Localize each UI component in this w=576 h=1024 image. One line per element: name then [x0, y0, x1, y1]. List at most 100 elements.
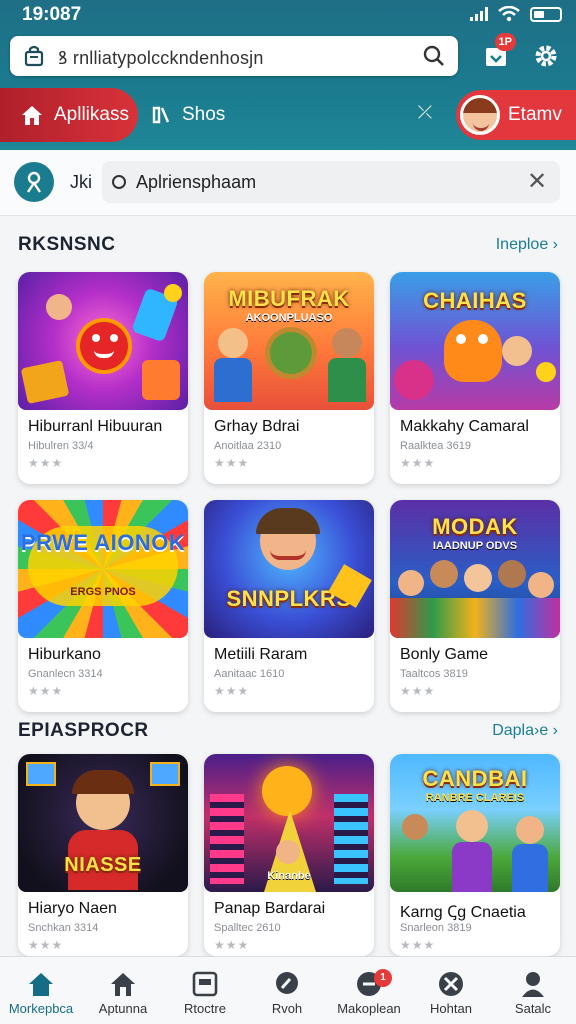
- nav-label: Aptunna: [98, 1001, 148, 1016]
- nav-label: Morkepbca: [8, 1001, 74, 1016]
- section-header-2: EPIASPROCR Dapla›e ›: [18, 718, 558, 748]
- app-card[interactable]: Kinanbe Panap Bardarai Spalltec 2610 ★★★: [204, 754, 374, 956]
- cancel-icon: [439, 972, 463, 996]
- app-thumbnail: MIBUFRAK AKOONPLUASO: [204, 272, 374, 410]
- top-tabs: Apllikass Shos ⤫ Etamv: [0, 88, 576, 142]
- app-card[interactable]: CHAIHAS Makkahy Camaral Raalktea 3619 ★★…: [390, 272, 560, 484]
- search-text: ꝸ rnlliatypolcckndenhosjn: [58, 48, 264, 68]
- app-card[interactable]: CANDBAI RANBRE CLAREIS Karng Ꞔg Cnaetia …: [390, 754, 560, 956]
- app-meta: Hibulren 33/4: [28, 440, 94, 452]
- nav-label: Hohtan: [430, 1001, 472, 1016]
- swap-icon[interactable]: ⤫: [414, 102, 436, 124]
- box-icon: [192, 971, 218, 997]
- nav-badge: 1: [374, 969, 392, 987]
- signal-icon: [470, 7, 488, 21]
- app-thumbnail: CANDBAI RANBRE CLAREIS: [390, 754, 560, 892]
- app-card[interactable]: NIASSE Hiaryo Naen Snchkan 3314 ★★★: [18, 754, 188, 956]
- app-meta: Gnanlecn 3314: [28, 668, 103, 680]
- settings-button[interactable]: [526, 36, 566, 76]
- thumbnail-title: CHAIHAS: [423, 288, 527, 313]
- top-app-bar: 19:087 ꝸ rnlliatypolcckndenhosjn 1P Apll…: [0, 0, 576, 150]
- app-thumbnail: Kinanbe: [204, 754, 374, 892]
- nav-item-messages[interactable]: 1 Makoplean: [328, 963, 410, 1023]
- rating-stars: ★★★: [28, 456, 64, 470]
- see-more-link[interactable]: Ineploe ›: [496, 236, 558, 254]
- app-meta: Taaltcos 3819: [400, 668, 468, 680]
- nav-label: Makoplean: [337, 1001, 401, 1016]
- nav-label: Rvoh: [271, 1001, 303, 1016]
- bottom-nav: Morkepbca Aptunna Rtoctre Rvoh 1 Makople…: [0, 956, 576, 1024]
- wifi-icon: [498, 6, 520, 22]
- radio-icon: [112, 175, 126, 189]
- notifications-button[interactable]: 1P: [476, 33, 516, 76]
- thumbnail-subtitle: RANBRE CLAREIS: [425, 792, 525, 804]
- tab-user-label: Etamv: [508, 104, 562, 125]
- app-name: Hiaryo Naen: [28, 900, 117, 917]
- tab-shop[interactable]: Shos: [150, 88, 225, 142]
- house-icon: [111, 973, 135, 996]
- app-meta: Spalltec 2610: [214, 922, 281, 934]
- app-thumbnail: MODAK IAADNUP ODVS: [390, 500, 560, 638]
- battery-icon: [530, 6, 562, 22]
- app-card[interactable]: PRWE AIONOK ERGS PNOS Hiburkano Gnanlecn…: [18, 500, 188, 712]
- status-icons: [470, 6, 562, 22]
- filter-label: Jki: [70, 172, 92, 192]
- avatar: [460, 95, 500, 135]
- app-thumbnail: CHAIHAS: [390, 272, 560, 410]
- app-name: Hiburranl Hibuuran: [28, 418, 163, 435]
- tab-home-label: Apllikass: [54, 104, 129, 125]
- app-thumbnail: SNNPLKRS: [204, 500, 374, 638]
- nav-item-hotkeys[interactable]: Hohtan: [410, 963, 492, 1023]
- store-icon: [24, 45, 44, 67]
- app-card[interactable]: MODAK IAADNUP ODVS Bonly Game Taaltcos 3…: [390, 500, 560, 712]
- app-card[interactable]: Hiburranl Hibuuran Hibulren 33/4 ★★★: [18, 272, 188, 484]
- app-card[interactable]: MIBUFRAK AKOONPLUASO Grhay Bdrai Anoitla…: [204, 272, 374, 484]
- home-icon: [22, 106, 42, 125]
- nav-item-apps[interactable]: Aptunna: [82, 963, 164, 1023]
- search-icon[interactable]: [422, 44, 446, 68]
- see-more-link[interactable]: Dapla›e ›: [492, 722, 558, 740]
- app-meta: Snarleon 3819: [400, 922, 472, 934]
- filter-chip-text: Aplriensphaam: [136, 172, 257, 192]
- thumbnail-title: MODAK: [432, 514, 518, 539]
- app-meta: Aanitaac 1610: [214, 668, 285, 680]
- nav-item-products[interactable]: Rtoctre: [164, 963, 246, 1023]
- tab-home[interactable]: Apllikass: [0, 88, 138, 142]
- close-icon[interactable]: ✕: [522, 167, 552, 197]
- thumbnail-title: NIASSE: [64, 854, 142, 876]
- home-icon: [29, 973, 53, 996]
- tab-user[interactable]: Etamv: [456, 90, 576, 140]
- filter-chip[interactable]: Aplriensphaam ✕: [102, 161, 560, 203]
- section-header-1: RKSNSNC Ineploe ›: [18, 232, 558, 262]
- app-name: Bonly Game: [400, 646, 489, 663]
- nav-item-profile[interactable]: Satalc: [492, 963, 574, 1023]
- thumbnail-subtitle: IAADNUP ODVS: [432, 540, 518, 552]
- person-pin-icon: [27, 171, 41, 193]
- nav-item-search[interactable]: Rvoh: [246, 963, 328, 1023]
- app-meta: Raalktea 3619: [400, 440, 471, 452]
- thumbnail-title: PRWE AIONOK: [20, 530, 186, 555]
- app-meta: Snchkan 3314: [28, 922, 99, 934]
- app-name: Karng Ꞔg Cnaetia: [400, 904, 526, 921]
- section-title: RKSNSNC: [18, 234, 116, 255]
- app-name: Hiburkano: [28, 646, 101, 663]
- app-meta: Anoitlaa 2310: [214, 440, 282, 452]
- thumbnail-title: MIBUFRAK: [228, 286, 350, 311]
- filter-button[interactable]: [14, 162, 54, 202]
- app-name: Metiili Raram: [214, 646, 308, 663]
- rating-stars: ★★★: [28, 938, 64, 952]
- thumbnail-subtitle: AKOONPLUASO: [245, 312, 333, 324]
- status-time: 19:087: [22, 4, 82, 25]
- search-input[interactable]: ꝸ rnlliatypolcckndenhosjn: [10, 36, 458, 76]
- thumbnail-title: CANDBAI: [422, 766, 528, 791]
- tab-shop-label: Shos: [182, 104, 226, 125]
- search-row: ꝸ rnlliatypolcckndenhosjn 1P: [10, 33, 570, 78]
- app-thumbnail: PRWE AIONOK ERGS PNOS: [18, 500, 188, 638]
- app-name: Makkahy Camaral: [400, 418, 529, 435]
- nav-label: Rtoctre: [184, 1001, 226, 1016]
- nav-item-marketplace[interactable]: Morkepbca: [0, 963, 82, 1023]
- rating-stars: ★★★: [214, 456, 250, 470]
- gear-icon: [535, 45, 557, 67]
- app-thumbnail: NIASSE: [18, 754, 188, 892]
- app-card[interactable]: SNNPLKRS Metiili Raram Aanitaac 1610 ★★★: [204, 500, 374, 712]
